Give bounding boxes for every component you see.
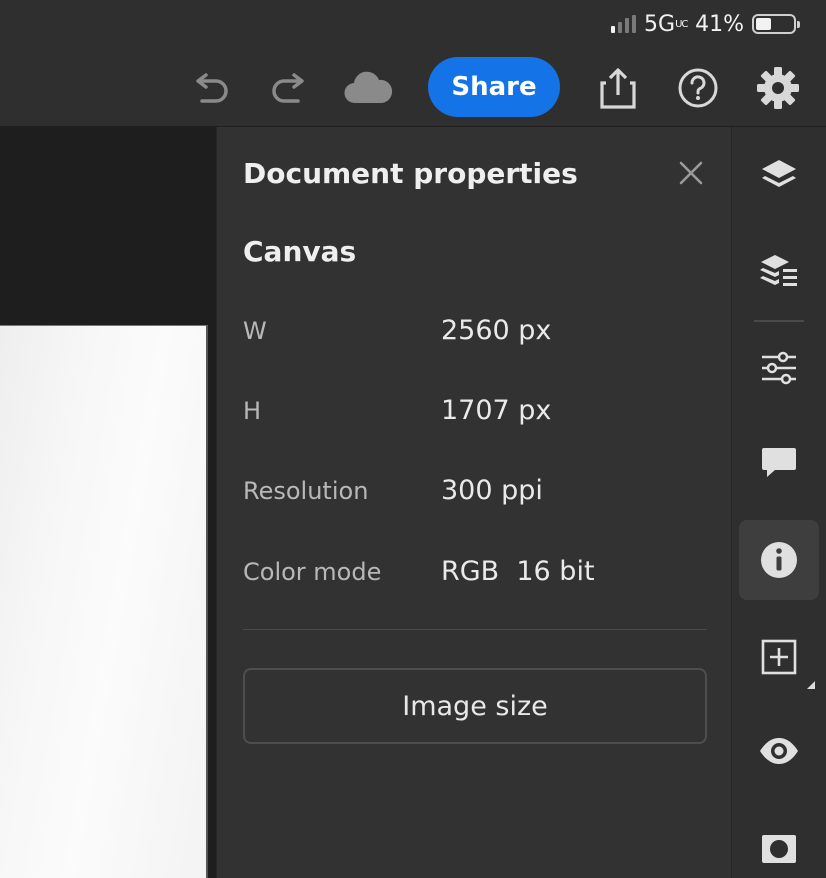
property-value: 1707 px (441, 395, 552, 426)
property-row-height: H 1707 px (243, 393, 713, 433)
redo-icon[interactable] (264, 62, 316, 114)
top-bar: 5GUC 41% Share (0, 0, 826, 127)
layers-icon[interactable] (739, 137, 819, 217)
add-layer-icon[interactable] (739, 617, 819, 697)
signal-strength-icon (611, 15, 637, 33)
app-root: 5GUC 41% Share Document properties Canva… (0, 0, 826, 878)
property-label: H (243, 397, 262, 425)
document-properties-panel: Document properties Canvas W 2560 px H 1… (216, 127, 731, 878)
panel-title: Document properties (243, 157, 578, 190)
status-bar: 5GUC 41% (611, 10, 800, 38)
export-icon[interactable] (592, 62, 644, 114)
battery-percent: 41% (695, 11, 744, 37)
mask-icon[interactable] (739, 809, 819, 878)
visibility-icon[interactable] (739, 711, 819, 791)
more-options-indicator (807, 681, 815, 689)
network-type: 5GUC (644, 11, 688, 37)
cloud-icon[interactable] (342, 62, 394, 114)
close-icon[interactable] (673, 155, 709, 191)
property-value: 300 ppi (441, 475, 543, 506)
canvas-area[interactable] (0, 127, 216, 878)
divider (243, 629, 707, 630)
info-icon[interactable] (739, 520, 819, 600)
undo-icon[interactable] (184, 62, 236, 114)
layer-properties-icon[interactable] (739, 231, 819, 311)
adjustments-icon[interactable] (739, 328, 819, 408)
settings-icon[interactable] (752, 62, 804, 114)
property-label: W (243, 317, 267, 345)
canvas-image[interactable] (0, 325, 208, 878)
section-title-canvas: Canvas (243, 235, 357, 268)
right-rail (731, 127, 826, 878)
property-value: 2560 px (441, 315, 552, 346)
property-label: Color mode (243, 558, 382, 586)
share-button[interactable]: Share (428, 57, 560, 117)
rail-separator (754, 320, 804, 322)
property-label: Resolution (243, 477, 369, 505)
main-toolbar: Share (0, 56, 826, 120)
help-icon[interactable] (672, 62, 724, 114)
property-value: RGB 16 bit (441, 556, 595, 587)
property-row-width: W 2560 px (243, 313, 713, 353)
comments-icon[interactable] (739, 423, 819, 503)
property-row-resolution: Resolution 300 ppi (243, 473, 713, 513)
image-size-button[interactable]: Image size (243, 668, 707, 744)
battery-icon (752, 14, 800, 34)
property-row-color-mode: Color mode RGB 16 bit (243, 554, 713, 594)
